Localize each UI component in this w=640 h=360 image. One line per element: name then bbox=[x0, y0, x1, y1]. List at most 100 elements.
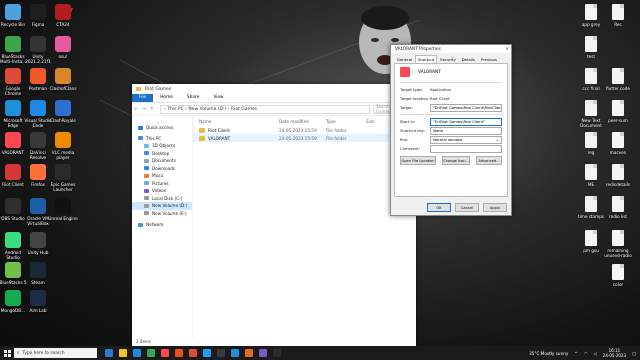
desktop-icon[interactable]: Epic Games Launcher bbox=[48, 164, 78, 192]
ok-button[interactable]: OK bbox=[427, 203, 451, 212]
ribbon-tab-share[interactable]: Share bbox=[180, 94, 206, 102]
column-name[interactable]: Name bbox=[199, 119, 279, 124]
taskbar-app-icon[interactable] bbox=[161, 349, 169, 357]
taskbar-app-icon[interactable] bbox=[119, 349, 127, 357]
desktop-icon[interactable]: Aim Lab bbox=[23, 290, 53, 313]
weather-widget[interactable]: 35°C Mostly sunny bbox=[529, 351, 568, 356]
properties-dialog[interactable]: VALORANT Properties × General Shortcut S… bbox=[390, 44, 512, 216]
tab-shortcut[interactable]: Shortcut bbox=[414, 55, 438, 63]
desktop-file-icon[interactable]: macven bbox=[603, 132, 633, 155]
explorer-titlebar[interactable]: Riot Games bbox=[132, 84, 416, 94]
nav-item[interactable]: Network bbox=[132, 221, 192, 229]
ribbon-tab-view[interactable]: View bbox=[206, 94, 230, 102]
row-name-text: Riot Client bbox=[208, 127, 230, 133]
taskbar-app-icon[interactable] bbox=[175, 349, 183, 357]
column-type[interactable]: Type bbox=[326, 119, 366, 124]
desktop-icon[interactable]: ClashofClans bbox=[48, 68, 78, 91]
taskbar-app-icon[interactable] bbox=[147, 349, 155, 357]
shortcut-key-field[interactable]: None bbox=[430, 126, 502, 135]
desktop-file-icon[interactable]: reg bbox=[576, 132, 606, 155]
desktop-file-icon[interactable]: ME bbox=[576, 164, 606, 187]
desktop-icon[interactable]: VLC media player bbox=[48, 132, 78, 160]
desktop-file-icon[interactable]: time stamps bbox=[576, 196, 606, 219]
desktop-file-icon[interactable]: flutter.code bbox=[603, 68, 633, 91]
advanced-button[interactable]: Advanced... bbox=[476, 156, 502, 165]
nav-item[interactable]: Music bbox=[132, 172, 192, 180]
taskbar-app-icon[interactable] bbox=[133, 349, 141, 357]
up-arrow-icon[interactable]: ↑ bbox=[148, 107, 156, 112]
nav-item[interactable]: Pictures bbox=[132, 180, 192, 188]
taskbar-app-icon[interactable] bbox=[231, 349, 239, 357]
properties-titlebar[interactable]: VALORANT Properties × bbox=[391, 45, 511, 53]
nav-item[interactable]: New Volume (D:) bbox=[132, 202, 192, 210]
forward-arrow-icon[interactable]: → bbox=[140, 107, 148, 112]
ribbon-tab-home[interactable]: Home bbox=[153, 94, 180, 102]
run-select[interactable]: Normal window ⌄ bbox=[430, 135, 502, 144]
apply-button[interactable]: Apply bbox=[483, 203, 507, 212]
nav-item[interactable]: Local Disk (C:) bbox=[132, 195, 192, 203]
start-in-field[interactable]: "D:\Riot Games\Riot Client" bbox=[430, 117, 502, 126]
nav-item[interactable]: New Volume (E:) bbox=[132, 210, 192, 218]
chevron-up-icon[interactable]: ^ bbox=[574, 351, 578, 356]
desktop-file-icon[interactable]: color bbox=[603, 264, 633, 287]
back-arrow-icon[interactable]: ← bbox=[132, 107, 140, 112]
nav-item[interactable]: Documents bbox=[132, 157, 192, 165]
address-bar[interactable]: › This PC › New Volume (D:) › Riot Games bbox=[160, 104, 370, 114]
nav-item[interactable]: 3D Objects bbox=[132, 142, 192, 150]
nav-item[interactable]: Quick access bbox=[132, 124, 192, 132]
start-button[interactable] bbox=[0, 346, 14, 360]
aim-lab-icon bbox=[30, 290, 46, 306]
comment-field[interactable] bbox=[430, 144, 502, 153]
desktop-file-label: color bbox=[612, 282, 624, 287]
nav-item[interactable]: Desktop bbox=[132, 150, 192, 158]
close-icon[interactable]: × bbox=[503, 47, 511, 52]
notifications-icon[interactable]: ▢ bbox=[632, 351, 636, 356]
taskbar-app-icon[interactable] bbox=[189, 349, 197, 357]
cancel-button[interactable]: Cancel bbox=[455, 203, 479, 212]
desktop-icon[interactable]: Unreal Engine bbox=[48, 198, 78, 221]
table-row[interactable]: Riot Client 24-05-2023 15:59 File folder bbox=[193, 126, 416, 134]
taskbar-app-icon[interactable] bbox=[273, 349, 281, 357]
table-row[interactable]: VALORANT 24-05-2023 15:59 File folder bbox=[193, 134, 416, 142]
column-size[interactable]: Size bbox=[366, 119, 386, 124]
desktop-file-icon[interactable]: pm gsu bbox=[576, 230, 606, 253]
desktop-file-label: redisdetails bbox=[605, 182, 631, 187]
row-name-text: VALORANT bbox=[208, 135, 231, 141]
desktop-icon[interactable]: Unity Hub bbox=[23, 232, 53, 255]
desktop-icon[interactable]: Steam bbox=[23, 262, 53, 285]
desktop-file-icon[interactable]: radio list bbox=[603, 196, 633, 219]
desktop-icon[interactable]: CTA24 bbox=[48, 4, 78, 27]
target-field[interactable]: "D:\Riot Games\Riot Client\RiotClientSer… bbox=[430, 103, 502, 112]
nav-item[interactable]: Videos bbox=[132, 187, 192, 195]
desktop-file-icon[interactable]: redisdetails bbox=[603, 164, 633, 187]
desktop-file-icon[interactable]: ccc final bbox=[576, 68, 606, 91]
column-date[interactable]: Date modified bbox=[279, 119, 326, 124]
taskbar-app-icon[interactable] bbox=[217, 349, 225, 357]
taskbar-app-icon[interactable] bbox=[203, 349, 211, 357]
desktop-file-icon[interactable]: app grey bbox=[576, 4, 606, 27]
wifi-icon[interactable]: ◠ bbox=[584, 351, 588, 356]
file-explorer-window[interactable]: Riot Games File Home Share View ← → ↑ › … bbox=[132, 84, 416, 346]
change-icon-button[interactable]: Change Icon... bbox=[442, 156, 470, 165]
document-icon bbox=[612, 132, 624, 148]
desktop-file-icon[interactable]: New Text Document bbox=[576, 100, 606, 128]
taskbar-search-input[interactable]: ⌕ Type here to search bbox=[14, 348, 97, 358]
desktop-icon[interactable]: ClashRoyale bbox=[48, 100, 78, 123]
unreal-icon bbox=[55, 198, 71, 214]
ribbon-tab-file[interactable]: File bbox=[132, 94, 154, 102]
desktop-icon[interactable]: osu! bbox=[48, 36, 78, 59]
taskbar-app-icon[interactable] bbox=[105, 349, 113, 357]
desktop-icon-label: VLC media player bbox=[51, 150, 75, 160]
open-file-location-button[interactable]: Open File Location bbox=[400, 156, 436, 165]
nav-item[interactable]: Downloads bbox=[132, 165, 192, 173]
nav-item[interactable]: This PC bbox=[132, 135, 192, 143]
desktop-file-icon[interactable]: remaining unused-radio bbox=[603, 230, 633, 258]
clock[interactable]: 16:11 24-05-2023 bbox=[603, 348, 626, 358]
volume-icon[interactable]: ◁ bbox=[594, 351, 597, 356]
desktop-file-icon[interactable]: peer-sum bbox=[603, 100, 633, 123]
taskbar-app-icon[interactable] bbox=[259, 349, 267, 357]
desktop-file-icon[interactable]: Rec bbox=[603, 4, 633, 27]
desktop-file-icon[interactable]: test bbox=[576, 36, 606, 59]
clash-of-clans-icon bbox=[55, 68, 71, 84]
taskbar-app-icon[interactable] bbox=[245, 349, 253, 357]
